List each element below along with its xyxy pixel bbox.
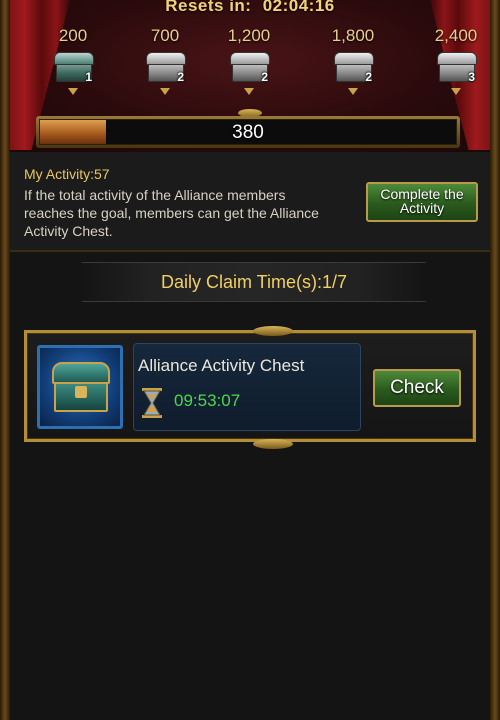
milestone-value: 1,800	[331, 26, 375, 45]
arrow-down-icon	[451, 88, 461, 95]
arrow-down-icon	[160, 88, 170, 95]
milestone-value: 200	[58, 26, 88, 45]
ornament-icon	[253, 326, 293, 336]
activity-progress-bar: 380	[36, 116, 460, 148]
reset-time: 02:04:16	[262, 0, 335, 15]
milestone-reward[interactable]: 700 2	[130, 26, 200, 95]
activity-section: My Activity:57 If the total activity of …	[10, 152, 490, 252]
silver-chest-icon[interactable]: 2	[333, 50, 374, 84]
milestone-value: 700	[150, 26, 180, 45]
check-button[interactable]: Check	[373, 369, 461, 407]
milestone-reward[interactable]: 1,200 2	[214, 26, 284, 95]
my-activity-label: My Activity:57	[24, 166, 110, 182]
chest-count: 2	[177, 70, 184, 84]
milestone-value: 1,200	[227, 26, 271, 45]
reset-timer: Resets in: 02:04:16	[0, 0, 500, 16]
activity-description: If the total activity of the Alliance me…	[24, 187, 319, 239]
chest-title: Alliance Activity Chest	[138, 356, 305, 375]
silver-chest-icon[interactable]: 2	[145, 50, 186, 84]
arrow-down-icon	[244, 88, 254, 95]
milestone-value: 2,400	[434, 26, 478, 45]
alliance-chest-icon	[37, 345, 123, 429]
chest-count: 2	[261, 70, 268, 84]
chest-count: 3	[468, 70, 475, 84]
progress-value: 380	[232, 122, 264, 143]
chest-timer: 09:53:07	[174, 391, 241, 410]
daily-claim-label: Daily Claim Time(s):1/7	[82, 262, 426, 302]
chest-info: Alliance Activity Chest 09:53:07	[133, 343, 361, 431]
teal-chest-icon[interactable]: 1	[53, 50, 94, 84]
alliance-chest-card: Alliance Activity Chest 09:53:07 Check	[24, 326, 476, 449]
left-frame	[0, 0, 10, 720]
milestone-reward[interactable]: 1,800 2	[318, 26, 388, 95]
arrow-down-icon	[68, 88, 78, 95]
chest-count: 2	[365, 70, 372, 84]
milestone-reward[interactable]: 200 1	[38, 26, 108, 95]
silver-chest-icon[interactable]: 3	[436, 50, 477, 84]
chest-count: 1	[85, 70, 92, 84]
arrow-down-icon	[348, 88, 358, 95]
silver-chest-icon[interactable]: 2	[229, 50, 270, 84]
right-frame	[490, 0, 500, 720]
milestone-reward[interactable]: 2,400 3	[421, 26, 491, 95]
complete-activity-button[interactable]: Complete the Activity	[366, 182, 478, 222]
hourglass-icon	[142, 388, 162, 418]
ornament-icon	[253, 439, 293, 449]
reset-label: Resets in:	[165, 0, 252, 15]
rewards-banner: Resets in: 02:04:16 200 1 700 2 1,200 2 …	[0, 0, 500, 152]
